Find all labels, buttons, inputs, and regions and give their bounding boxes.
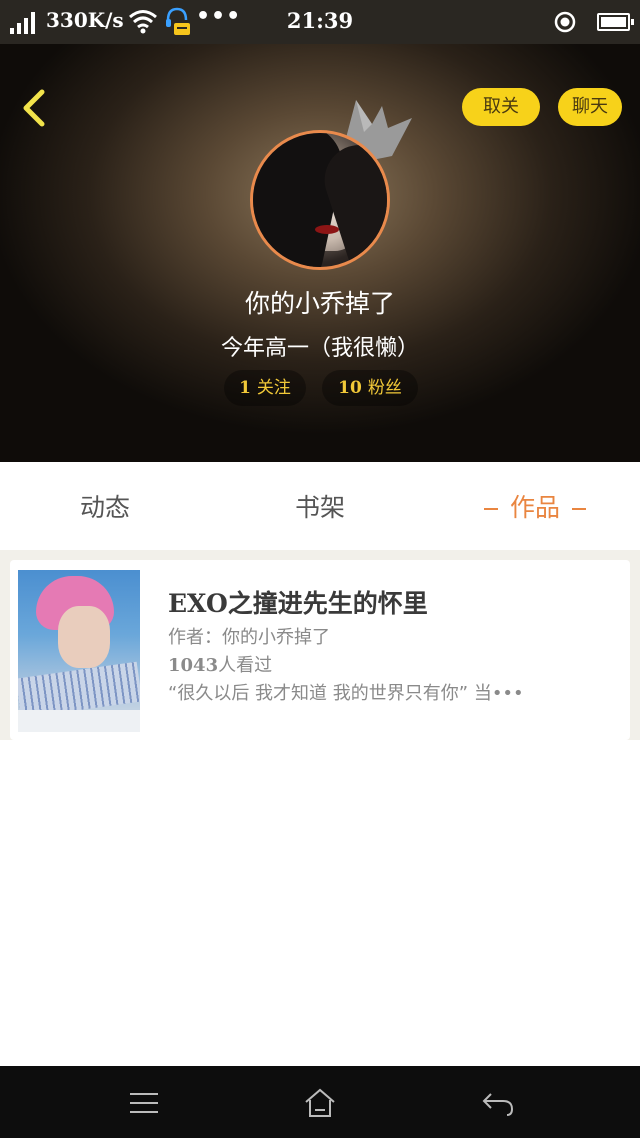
list-item[interactable]: EXO之撞进先生的怀里 作者：你的小乔掉了 1043人看过 “很久以后 我才知道… [10, 560, 630, 740]
avatar[interactable] [250, 130, 390, 270]
tab-bookshelf[interactable]: 书架 [255, 462, 385, 550]
back-icon[interactable] [18, 88, 48, 128]
location-icon [554, 11, 576, 33]
tab-works[interactable]: 作品 [460, 462, 610, 550]
fans-count[interactable]: 10 粉丝 [322, 370, 418, 406]
home-icon[interactable] [303, 1086, 337, 1120]
menu-icon[interactable] [127, 1086, 161, 1120]
clock: 21:39 [286, 8, 354, 33]
views-label: 人看过 [218, 655, 273, 676]
book-title: EXO之撞进先生的怀里 [168, 589, 428, 618]
status-bar: 330K/s ••• 21:39 [0, 0, 640, 44]
system-nav-bar [0, 1066, 640, 1138]
following-label: 关注 [256, 378, 291, 398]
book-author: 作者：你的小乔掉了 [168, 627, 330, 648]
book-description: “很久以后 我才知道 我的世界只有你” 当••• [168, 683, 524, 704]
profile-header: 取关 聊天 你的小乔掉了 今年高一（我很懒） 1 关注 10 粉丝 [0, 44, 640, 462]
active-indicator-right [572, 508, 586, 510]
battery-icon [597, 13, 634, 31]
return-icon[interactable] [481, 1086, 515, 1120]
views-number: 1043 [168, 655, 219, 676]
book-cover [18, 570, 140, 732]
chat-button[interactable]: 聊天 [558, 88, 622, 126]
tab-activity[interactable]: 动态 [40, 462, 170, 550]
user-bio: 今年高一（我很懒） [220, 336, 419, 361]
unfollow-button[interactable]: 取关 [462, 88, 540, 126]
username: 你的小乔掉了 [244, 289, 395, 318]
active-indicator-left [483, 508, 498, 510]
fans-label: 粉丝 [367, 378, 402, 398]
profile-tabs: 动态 书架 作品 [0, 462, 640, 550]
works-list: EXO之撞进先生的怀里 作者：你的小乔掉了 1043人看过 “很久以后 我才知道… [0, 550, 640, 740]
following-number: 1 [239, 378, 251, 398]
book-views: 1043人看过 [168, 651, 272, 677]
following-count[interactable]: 1 关注 [224, 370, 306, 406]
fans-number: 10 [338, 378, 362, 398]
tab-works-label: 作品 [509, 493, 560, 522]
